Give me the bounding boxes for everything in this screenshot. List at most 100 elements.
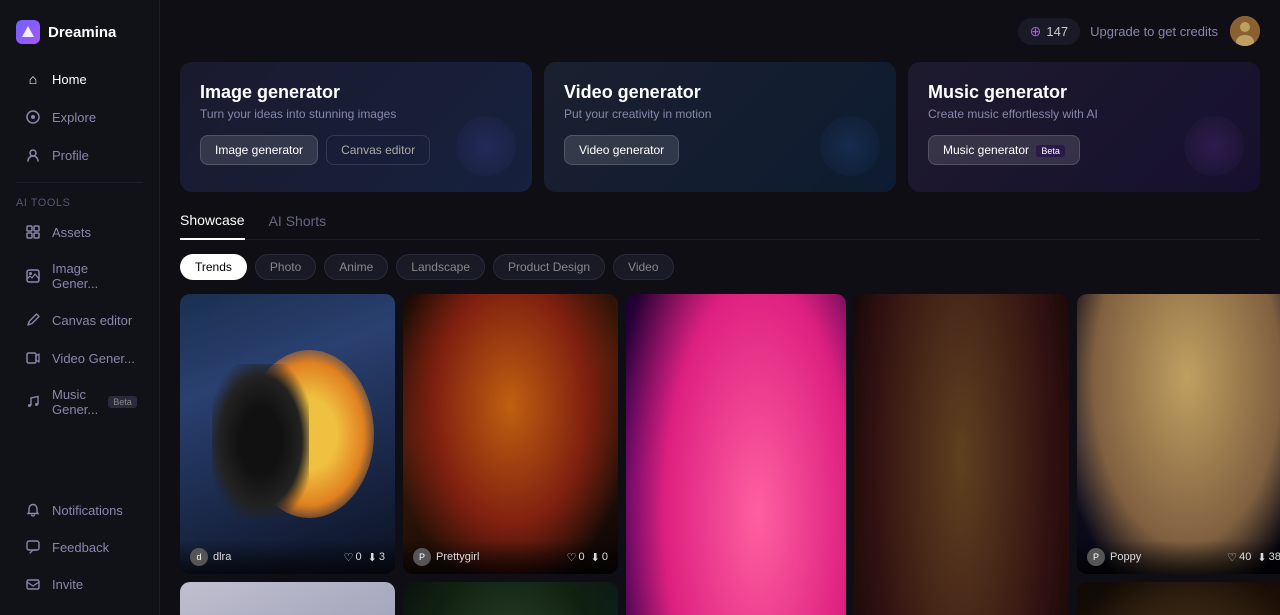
likes-count-spongebob: 0 <box>356 551 362 563</box>
sidebar-item-feedback-label: Feedback <box>52 540 109 555</box>
sidebar-item-canvas-editor[interactable]: Canvas editor <box>8 302 151 338</box>
chip-photo[interactable]: Photo <box>255 254 316 280</box>
bookmarks-stat-autumn: ⬇ 0 <box>591 551 608 564</box>
music-beta-badge: Beta <box>108 396 137 408</box>
gallery-item-interior[interactable] <box>1077 582 1280 615</box>
chip-anime[interactable]: Anime <box>324 254 388 280</box>
music-gen-title: Music generator <box>928 82 1240 103</box>
sidebar-item-home[interactable]: ⌂ Home <box>8 61 151 97</box>
video-generator-card: Video generator Put your creativity in m… <box>544 62 896 192</box>
canvas-editor-btn[interactable]: Canvas editor <box>326 135 430 165</box>
img-user-prettygirl: P Prettygirl <box>413 548 479 566</box>
tab-showcase[interactable]: Showcase <box>180 212 245 240</box>
sidebar-item-feedback[interactable]: Feedback <box>8 529 151 565</box>
sidebar-item-profile[interactable]: Profile <box>8 137 151 173</box>
gallery-item-demon[interactable] <box>854 294 1069 615</box>
likes-stat-autumn: ♡ 0 <box>567 551 585 564</box>
credits-value: 147 <box>1046 24 1068 39</box>
filter-chips: Trends Photo Anime Landscape Product Des… <box>180 254 1260 280</box>
img-username-poppy: Poppy <box>1110 551 1141 563</box>
gallery-item-angel[interactable]: P Poppy ♡ 40 ⬇ 389 <box>1077 294 1280 574</box>
music-gen-beta: Beta <box>1036 145 1065 157</box>
bookmarks-count-angel: 389 <box>1269 551 1280 563</box>
sidebar-item-image-gen[interactable]: Image Gener... <box>8 252 151 300</box>
logo[interactable]: Dreamina <box>0 12 159 60</box>
chip-video[interactable]: Video <box>613 254 673 280</box>
sidebar-item-notifications-label: Notifications <box>52 503 123 518</box>
likes-stat-spongebob: ♡ 0 <box>344 551 362 564</box>
gallery-item-spongebob[interactable]: d dlra ♡ 0 ⬇ 3 <box>180 294 395 574</box>
gallery-item-barbie[interactable] <box>626 294 846 615</box>
video-gen-btn[interactable]: Video generator <box>564 135 679 165</box>
gallery-img-creature <box>403 582 618 615</box>
img-user-dlra: d dlra <box>190 548 231 566</box>
sidebar-item-explore-label: Explore <box>52 110 96 125</box>
bookmarks-count-spongebob: 3 <box>379 551 385 563</box>
invite-icon <box>24 575 42 593</box>
gallery-item-umbrella[interactable] <box>180 582 395 615</box>
sidebar-item-invite[interactable]: Invite <box>8 566 151 602</box>
gallery-item-autumn[interactable]: P Prettygirl ♡ 0 ⬇ 0 <box>403 294 618 574</box>
assets-icon <box>24 223 42 241</box>
bookmark-icon: ⬇ <box>1257 551 1266 564</box>
gallery-img-demon <box>854 294 1069 615</box>
credits-badge[interactable]: ⊕ 147 <box>1018 18 1080 45</box>
heart-icon: ♡ <box>1227 551 1237 564</box>
heart-icon: ♡ <box>567 551 577 564</box>
img-username-prettygirl: Prettygirl <box>436 551 479 563</box>
music-gen-icon <box>24 393 42 411</box>
chip-landscape[interactable]: Landscape <box>396 254 485 280</box>
img-overlay-spongebob: d dlra ♡ 0 ⬇ 3 <box>180 540 395 574</box>
sidebar-item-assets[interactable]: Assets <box>8 214 151 250</box>
image-generator-card: Image generator Turn your ideas into stu… <box>180 62 532 192</box>
explore-icon <box>24 108 42 126</box>
canvas-editor-icon <box>24 311 42 329</box>
sidebar-item-video-gen[interactable]: Video Gener... <box>8 340 151 376</box>
sidebar-item-video-gen-label: Video Gener... <box>52 351 135 366</box>
gallery-img-autumn: P Prettygirl ♡ 0 ⬇ 0 <box>403 294 618 574</box>
gallery-item-creature[interactable] <box>403 582 618 615</box>
sidebar-item-notifications[interactable]: Notifications <box>8 492 151 528</box>
sidebar-item-assets-label: Assets <box>52 225 91 240</box>
img-user-avatar-dlra: d <box>190 548 208 566</box>
img-stats-spongebob: ♡ 0 ⬇ 3 <box>344 551 385 564</box>
video-gen-icon <box>24 349 42 367</box>
img-stats-autumn: ♡ 0 ⬇ 0 <box>567 551 608 564</box>
video-gen-title: Video generator <box>564 82 876 103</box>
sidebar-item-home-label: Home <box>52 72 87 87</box>
video-card-deco <box>820 116 880 176</box>
sidebar-item-canvas-label: Canvas editor <box>52 313 132 328</box>
sidebar-bottom: Notifications Feedback Invite <box>0 491 159 603</box>
music-gen-subtitle: Create music effortlessly with AI <box>928 107 1240 121</box>
sidebar-item-explore[interactable]: Explore <box>8 99 151 135</box>
chip-trends[interactable]: Trends <box>180 254 247 280</box>
gallery-img-barbie <box>626 294 846 615</box>
gallery-grid: d dlra ♡ 0 ⬇ 3 <box>180 294 1260 615</box>
upgrade-button[interactable]: Upgrade to get credits <box>1090 24 1218 39</box>
sidebar-item-music-gen[interactable]: Music Gener... Beta <box>8 378 151 426</box>
video-gen-subtitle: Put your creativity in motion <box>564 107 876 121</box>
likes-stat-angel: ♡ 40 <box>1227 551 1251 564</box>
image-gen-subtitle: Turn your ideas into stunning images <box>200 107 512 121</box>
feedback-icon <box>24 538 42 556</box>
main-content: ⊕ 147 Upgrade to get credits Image gener… <box>160 0 1280 615</box>
sidebar-item-image-gen-label: Image Gener... <box>52 261 135 291</box>
img-overlay-autumn: P Prettygirl ♡ 0 ⬇ 0 <box>403 540 618 574</box>
chip-product-design[interactable]: Product Design <box>493 254 605 280</box>
likes-count-autumn: 0 <box>579 551 585 563</box>
bookmark-icon: ⬇ <box>591 551 600 564</box>
tabs-row: Showcase AI Shorts <box>180 212 1260 240</box>
ai-tools-label: AI tools <box>0 191 159 213</box>
image-gen-btn[interactable]: Image generator <box>200 135 318 165</box>
bookmarks-count-autumn: 0 <box>602 551 608 563</box>
likes-count-angel: 40 <box>1239 551 1251 563</box>
music-gen-btn[interactable]: Music generator Beta <box>928 135 1080 165</box>
heart-icon: ♡ <box>344 551 354 564</box>
img-user-avatar-prettygirl: P <box>413 548 431 566</box>
tab-ai-shorts[interactable]: AI Shorts <box>269 213 327 239</box>
home-icon: ⌂ <box>24 70 42 88</box>
user-avatar[interactable] <box>1230 16 1260 46</box>
img-user-poppy: P Poppy <box>1087 548 1141 566</box>
image-gen-icon <box>24 267 42 285</box>
logo-icon <box>16 20 40 44</box>
